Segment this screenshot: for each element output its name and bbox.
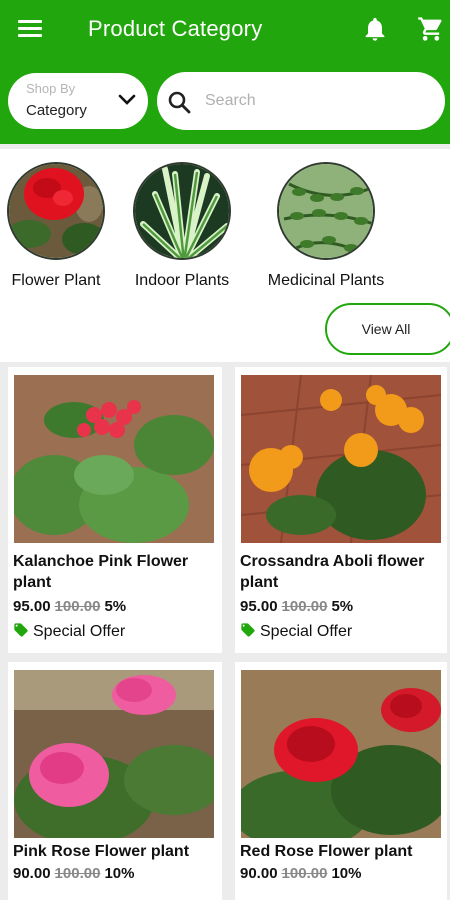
product-card[interactable]: Crossandra Aboli flower plant 95.00 100.0… xyxy=(235,367,447,653)
search-box xyxy=(157,72,445,130)
category-strip: Flower Plant Indoor Plants Medicinal Pla… xyxy=(0,149,450,362)
price-row: 95.00 100.00 5% xyxy=(13,598,126,615)
discount: 5% xyxy=(104,598,127,615)
indoor-plants-image xyxy=(133,162,231,260)
view-all-button[interactable]: View All xyxy=(325,303,450,355)
price: 90.00 xyxy=(13,865,51,882)
category-label: Indoor Plants xyxy=(134,272,230,289)
price: 95.00 xyxy=(240,598,278,615)
product-image xyxy=(14,375,214,543)
old-price: 100.00 xyxy=(281,598,328,615)
page-title: Product Category xyxy=(88,16,263,41)
flower-plant-image xyxy=(7,162,105,260)
bell-icon[interactable] xyxy=(361,15,389,43)
shop-by-dropdown[interactable]: Shop By Category xyxy=(8,73,148,129)
medicinal-plants-image xyxy=(277,162,375,260)
category-medicinal-plants[interactable]: Medicinal Plants xyxy=(256,162,396,290)
category-flower-plant[interactable]: Flower Plant xyxy=(4,162,108,290)
special-offer: Special Offer xyxy=(13,622,125,641)
product-image xyxy=(241,375,441,543)
cart-icon[interactable] xyxy=(416,15,446,43)
tag-icon xyxy=(14,623,28,637)
product-image xyxy=(14,670,214,838)
product-name: Pink Rose Flower plant xyxy=(13,843,190,860)
discount: 10% xyxy=(331,865,362,882)
category-label: Flower Plant xyxy=(11,272,101,289)
product-image xyxy=(241,670,441,838)
offer-label: Special Offer xyxy=(33,623,126,640)
price: 90.00 xyxy=(240,865,278,882)
shop-by-label: Shop By xyxy=(26,81,76,96)
price: 95.00 xyxy=(13,598,51,615)
old-price: 100.00 xyxy=(54,598,101,615)
price-row: 95.00 100.00 5% xyxy=(240,598,353,615)
tag-icon xyxy=(241,623,255,637)
filter-bar: Shop By Category xyxy=(0,58,450,144)
chevron-down-icon xyxy=(118,94,136,105)
shop-by-value: Category xyxy=(26,102,87,119)
discount: 10% xyxy=(104,865,135,882)
menu-icon[interactable] xyxy=(14,14,46,44)
product-card[interactable]: Red Rose Flower plant 90.00 100.00 10% xyxy=(235,662,447,900)
special-offer: Special Offer xyxy=(240,622,352,641)
price-row: 90.00 100.00 10% xyxy=(240,865,361,882)
category-indoor-plants[interactable]: Indoor Plants xyxy=(125,162,239,290)
search-icon xyxy=(168,91,191,114)
product-name: Red Rose Flower plant xyxy=(240,843,413,860)
product-name: Crossandra Aboli flower plant xyxy=(240,553,425,591)
old-price: 100.00 xyxy=(54,865,101,882)
product-card[interactable]: Kalanchoe Pink Flower plant 95.00 100.00 5… xyxy=(8,367,222,653)
offer-label: Special Offer xyxy=(260,623,353,640)
category-label: Medicinal Plants xyxy=(267,272,385,289)
product-name: Kalanchoe Pink Flower plant xyxy=(13,553,189,591)
old-price: 100.00 xyxy=(281,865,328,882)
price-row: 90.00 100.00 10% xyxy=(13,865,134,882)
product-card[interactable]: Pink Rose Flower plant 90.00 100.00 10% xyxy=(8,662,222,900)
app-bar: Product Category xyxy=(0,0,450,58)
discount: 5% xyxy=(331,598,354,615)
search-input[interactable] xyxy=(205,85,430,117)
